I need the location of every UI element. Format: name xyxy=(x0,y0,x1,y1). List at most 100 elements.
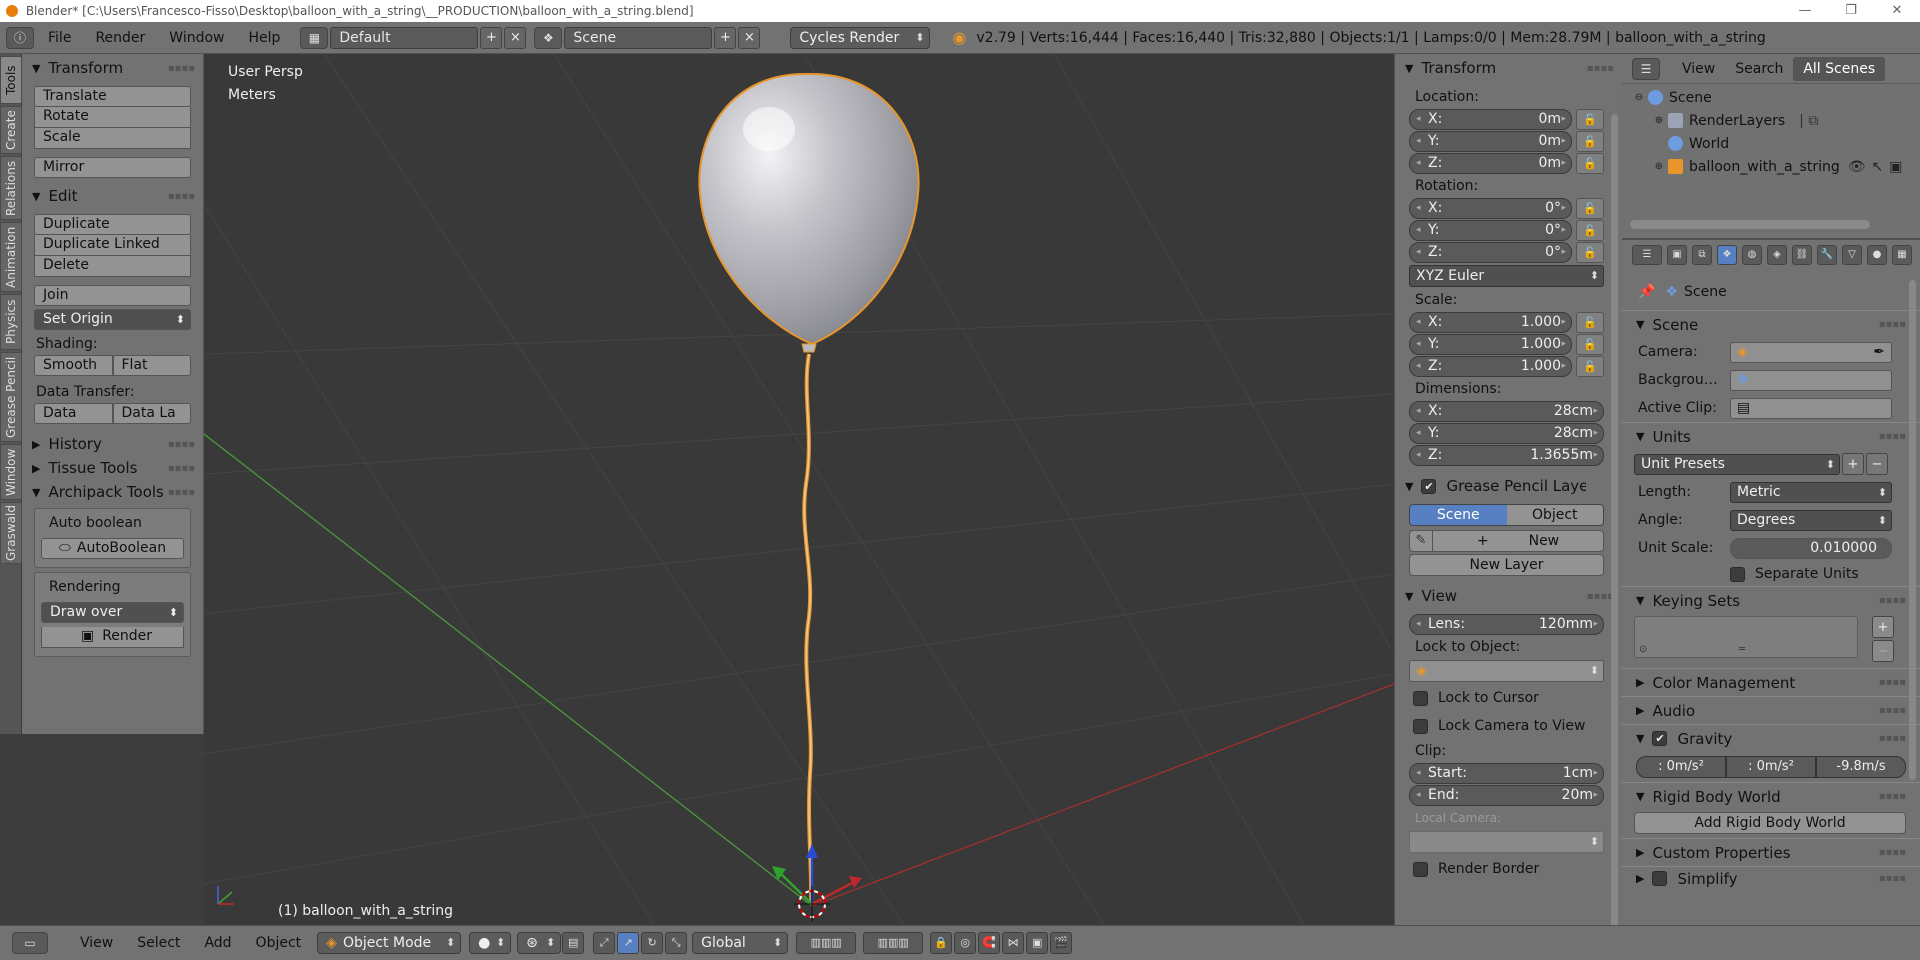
location-y-field[interactable]: ◂ Y: 0m ▸ xyxy=(1409,131,1572,152)
render-layers-toggle-icon[interactable]: | ⧉ xyxy=(1799,113,1818,129)
tab-animation[interactable]: Animation xyxy=(0,222,22,292)
tissue-tools-panel-header[interactable]: ▶ Tissue Tools ▪▪▪▪ xyxy=(22,456,203,480)
drag-grip-icon[interactable]: ▪▪▪▪ xyxy=(1879,873,1906,884)
drag-grip-icon[interactable]: ▪▪▪▪ xyxy=(168,463,195,474)
translate-button[interactable]: Translate xyxy=(34,86,191,107)
data-layout-button[interactable]: Data La xyxy=(112,403,191,424)
collapse-icon[interactable]: ⊖ xyxy=(1632,92,1646,103)
close-icon[interactable]: ✕ xyxy=(1874,0,1920,22)
drag-grip-icon[interactable]: ▪▪▪▪ xyxy=(1879,431,1906,442)
lock-object-field[interactable]: ◈ xyxy=(1409,660,1604,682)
length-dropdown[interactable]: Metric xyxy=(1730,481,1892,503)
angle-dropdown[interactable]: Degrees xyxy=(1730,509,1892,531)
active-clip-field[interactable]: ▤ xyxy=(1730,397,1892,419)
tab-graswald[interactable]: Graswald xyxy=(0,502,22,564)
new-layer-button[interactable]: New Layer xyxy=(1409,554,1604,576)
scene-layers-icon[interactable]: ▥▥▥ xyxy=(863,932,924,954)
dimension-y-field[interactable]: ◂ Y: 28cm ▸ xyxy=(1409,423,1604,444)
render-tab-icon[interactable]: ▣ xyxy=(1667,245,1687,265)
add-rigid-body-world-button[interactable]: Add Rigid Body World xyxy=(1634,812,1906,834)
scale-button[interactable]: Scale xyxy=(34,128,191,149)
texture-tab-icon[interactable]: ▦ xyxy=(1892,245,1912,265)
unit-scale-field[interactable]: 0.010000 xyxy=(1730,537,1892,559)
unit-presets-dropdown[interactable]: Unit Presets xyxy=(1634,453,1840,475)
outliner-item-renderlayers[interactable]: ⊕ RenderLayers | ⧉ xyxy=(1622,109,1920,132)
outliner-item-world[interactable]: World xyxy=(1622,132,1920,155)
dimension-x-field[interactable]: ◂ X: 28cm ▸ xyxy=(1409,401,1604,422)
rotation-mode-dropdown[interactable]: XYZ Euler xyxy=(1409,265,1604,287)
interaction-mode-dropdown[interactable]: ◈ Object Mode xyxy=(317,932,462,954)
location-x-field[interactable]: ◂ X: 0m ▸ xyxy=(1409,109,1572,130)
proportional-editing-icon[interactable]: ◎ xyxy=(954,932,977,954)
separate-units-checkbox[interactable]: Separate Units xyxy=(1622,562,1920,586)
expand-icon[interactable]: ⊕ xyxy=(1652,161,1666,172)
transform-orientation-dropdown[interactable]: Global xyxy=(692,932,789,954)
remove-preset-icon[interactable]: − xyxy=(1866,453,1888,475)
tab-grease-pencil[interactable]: Grease Pencil xyxy=(0,352,22,442)
layout-grid-icon[interactable]: ▦ xyxy=(300,26,329,49)
remove-scene-icon[interactable]: × xyxy=(738,26,761,49)
menu-view[interactable]: View xyxy=(68,935,125,951)
drag-grip-icon[interactable]: ▪▪▪▪ xyxy=(168,439,195,450)
rotation-x-field[interactable]: ◂ X: 0° ▸ xyxy=(1409,198,1572,219)
lock-icon[interactable]: 🔓 xyxy=(1576,334,1604,355)
drag-grip-icon[interactable]: ▪▪▪▪ xyxy=(1879,791,1906,802)
drag-grip-icon[interactable]: ▪▪▪▪ xyxy=(1879,705,1906,716)
menu-help[interactable]: Help xyxy=(236,22,292,54)
background-field[interactable]: ❖ xyxy=(1730,369,1892,391)
tab-window[interactable]: Window xyxy=(0,444,22,500)
tab-physics[interactable]: Physics xyxy=(0,294,22,350)
simplify-checkbox[interactable] xyxy=(1652,871,1668,886)
selectable-arrow-icon[interactable]: ↖ xyxy=(1872,159,1884,175)
manipulator-toggle-icon[interactable]: ⤢ xyxy=(593,932,616,954)
pivot-point-dropdown[interactable]: ⊛ xyxy=(517,932,562,954)
scale-y-field[interactable]: ◂ Y: 1.000 ▸ xyxy=(1409,334,1572,355)
drag-grip-icon[interactable]: ▪▪▪▪ xyxy=(1587,63,1614,74)
transform-panel-header[interactable]: ▼ Transform ▪▪▪▪ xyxy=(22,56,203,80)
flat-button[interactable]: Flat xyxy=(112,355,191,376)
scene-tab-icon[interactable]: ❖ xyxy=(1717,245,1737,265)
tab-create[interactable]: Create xyxy=(0,106,22,154)
mirror-button[interactable]: Mirror xyxy=(34,157,191,178)
render-border-checkbox[interactable]: Render Border xyxy=(1395,855,1622,883)
gp-object-option[interactable]: Object xyxy=(1506,505,1603,525)
layout-name-field[interactable]: Default xyxy=(330,26,479,49)
gravity-panel-header[interactable]: ▼ ✔ Gravity ▪▪▪▪ xyxy=(1622,724,1920,752)
scale-z-field[interactable]: ◂ Z: 1.000 ▸ xyxy=(1409,356,1572,377)
pin-icon[interactable]: 📌 xyxy=(1638,284,1655,300)
drag-grip-icon[interactable]: ▪▪▪▪ xyxy=(1879,319,1906,330)
simplify-panel-header[interactable]: ▶ Simplify ▪▪▪▪ xyxy=(1622,866,1920,890)
gravity-checkbox[interactable]: ✔ xyxy=(1652,731,1668,746)
lock-icon[interactable]: 🔓 xyxy=(1576,356,1604,377)
drag-grip-icon[interactable]: ▪▪▪▪ xyxy=(168,487,195,498)
scene-panel-header[interactable]: ▼ Scene ▪▪▪▪ xyxy=(1622,310,1920,338)
menu-select[interactable]: Select xyxy=(125,935,192,951)
lock-camera-checkbox[interactable]: Lock Camera to View xyxy=(1395,712,1622,740)
remove-layout-icon[interactable]: × xyxy=(504,26,527,49)
scale-x-field[interactable]: ◂ X: 1.000 ▸ xyxy=(1409,312,1572,333)
opengl-render-icon[interactable]: ▣ xyxy=(1026,932,1049,954)
gravity-y-field[interactable]: : 0m/s² xyxy=(1726,756,1816,778)
menu-render[interactable]: Render xyxy=(83,22,157,54)
lock-icon[interactable]: 🔓 xyxy=(1576,109,1604,130)
menu-add[interactable]: Add xyxy=(192,935,243,951)
audio-panel-header[interactable]: ▶ Audio ▪▪▪▪ xyxy=(1622,696,1920,724)
delete-button[interactable]: Delete xyxy=(34,256,191,277)
add-scene-icon[interactable]: + xyxy=(714,26,737,49)
location-z-field[interactable]: ◂ Z: 0m ▸ xyxy=(1409,153,1572,174)
rotation-z-field[interactable]: ◂ Z: 0° ▸ xyxy=(1409,242,1572,263)
duplicate-linked-button[interactable]: Duplicate Linked xyxy=(34,235,191,256)
tab-tools[interactable]: Tools xyxy=(0,56,22,104)
limit-selection-icon[interactable]: ▤ xyxy=(562,932,585,954)
menu-file[interactable]: File xyxy=(36,22,83,54)
lock-icon[interactable]: 🔓 xyxy=(1576,312,1604,333)
outliner-item-balloon[interactable]: ⊕ balloon_with_a_string 👁 ↖ ▣ xyxy=(1622,155,1920,178)
drag-grip-icon[interactable]: ▪▪▪▪ xyxy=(168,191,195,202)
resize-handle-icon[interactable]: ⊙ xyxy=(1639,644,1647,655)
scale-manipulator-icon[interactable]: ⤡ xyxy=(665,932,688,954)
n-transform-header[interactable]: ▼ Transform ▪▪▪▪ xyxy=(1395,56,1622,80)
lock-icon[interactable]: 🔓 xyxy=(1576,131,1604,152)
editor-type-3d-view-icon[interactable]: ▭ xyxy=(12,932,48,954)
archipack-panel-header[interactable]: ▼ Archipack Tools ▪▪▪▪ xyxy=(22,480,203,504)
dimension-z-field[interactable]: ◂ Z: 1.3655m ▸ xyxy=(1409,445,1604,466)
